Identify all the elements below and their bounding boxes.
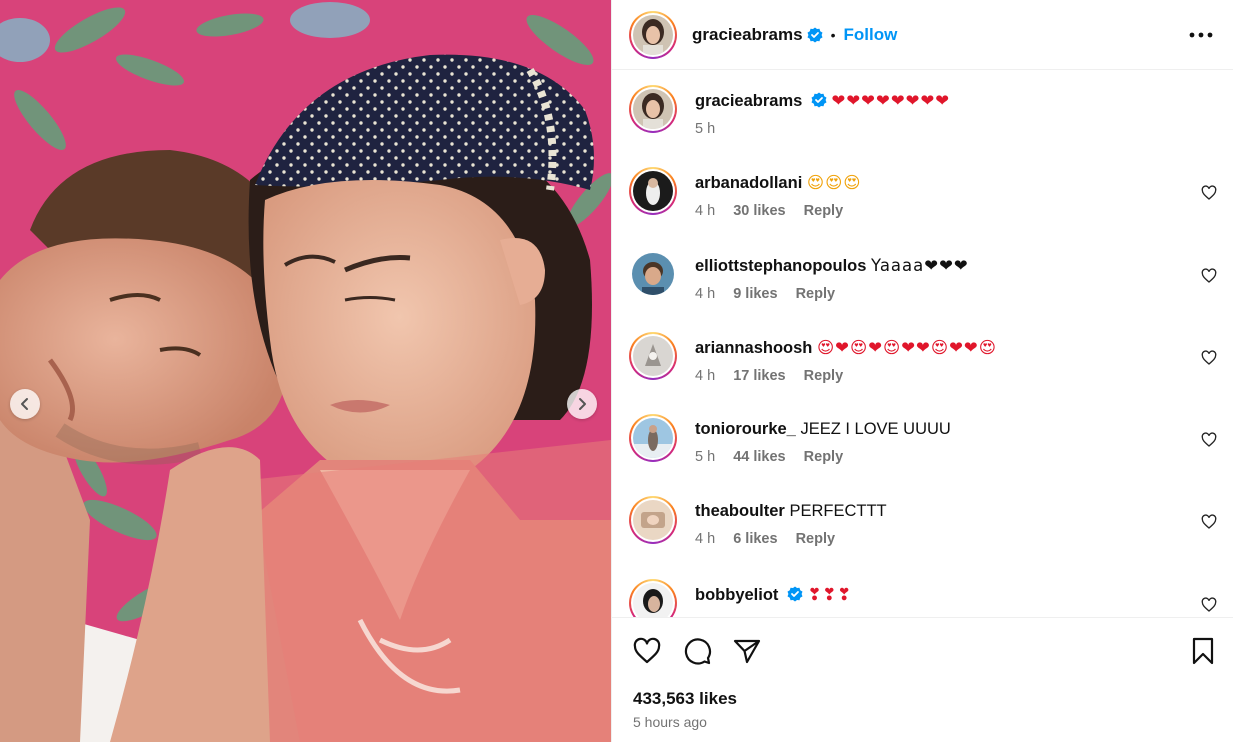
verified-badge-icon — [811, 92, 827, 108]
author-avatar[interactable] — [629, 10, 677, 59]
comment-like-icon[interactable] — [1201, 432, 1217, 448]
commenter-username[interactable]: elliottstephanopoulos — [695, 257, 866, 275]
commenter-avatar[interactable] — [629, 579, 677, 617]
commenter-username[interactable]: toniorourke_ — [695, 420, 796, 438]
share-icon[interactable] — [732, 636, 762, 666]
comment-text: 😍❤😍❤😍❤❤😍❤❤😍 — [816, 338, 997, 357]
likes-count[interactable]: 433,563 likes — [633, 689, 737, 709]
comment-like-icon[interactable] — [1201, 597, 1217, 613]
post-side-panel: gracieabrams • Follow gracieabrams ❤❤❤❤❤… — [611, 0, 1233, 742]
comment-like-icon[interactable] — [1201, 268, 1217, 284]
caption-item: gracieabrams ❤❤❤❤❤❤❤❤ 5 h — [629, 85, 1219, 155]
comment-text: PERFECTTT — [789, 502, 887, 520]
comment-likes[interactable]: 6 likes — [733, 531, 777, 547]
comment-item: toniorourke_ JEEZ I LOVE UUUU 5 h 44 lik… — [629, 414, 1219, 484]
post-header: gracieabrams • Follow — [612, 0, 1233, 70]
commenter-avatar[interactable] — [629, 496, 677, 544]
chevron-right-icon — [579, 398, 586, 410]
comment-like-icon[interactable] — [1201, 185, 1217, 201]
separator-dot: • — [830, 26, 836, 43]
commenter-username[interactable]: arbanadollani — [695, 174, 802, 192]
reply-button[interactable]: Reply — [804, 203, 844, 219]
comment-likes[interactable]: 30 likes — [733, 203, 785, 219]
comment-text: Yaaaa❤❤❤ — [871, 256, 969, 275]
comment-text: ❣❣❣ — [807, 585, 853, 604]
comment-time: 4 h — [695, 531, 716, 547]
commenter-username[interactable]: ariannashoosh — [695, 339, 812, 357]
post-actions-footer: 433,563 likes 5 hours ago — [612, 617, 1233, 742]
author-username[interactable]: gracieabrams — [692, 25, 803, 45]
comment-text: 😍😍😍 — [806, 173, 862, 192]
author-avatar[interactable] — [629, 85, 677, 133]
comment-item: ariannashoosh 😍❤😍❤😍❤❤😍❤❤😍 4 h 17 likes R… — [629, 332, 1219, 402]
verified-badge-icon — [787, 586, 803, 602]
chevron-left-icon — [21, 398, 28, 410]
comment-icon[interactable] — [682, 636, 712, 666]
verified-badge-icon — [807, 27, 823, 42]
comment-item: bobbyeliot ❣❣❣ — [629, 579, 1219, 617]
caption-time: 5 h — [695, 121, 716, 137]
comment-text: JEEZ I LOVE UUUU — [800, 420, 951, 438]
bookmark-icon[interactable] — [1188, 636, 1218, 666]
commenter-avatar[interactable] — [629, 332, 677, 380]
comment-like-icon[interactable] — [1201, 514, 1217, 530]
comment-likes[interactable]: 44 likes — [733, 449, 785, 465]
next-photo-button[interactable] — [567, 389, 597, 419]
comment-item: arbanadollani 😍😍😍 4 h 30 likes Reply — [629, 167, 1219, 237]
previous-photo-button[interactable] — [10, 389, 40, 419]
reply-button[interactable]: Reply — [796, 531, 836, 547]
comment-likes[interactable]: 9 likes — [733, 286, 777, 302]
caption-username[interactable]: gracieabrams — [695, 92, 802, 110]
comment-item: theaboulter PERFECTTT 4 h 6 likes Reply — [629, 496, 1219, 566]
commenter-username[interactable]: bobbyeliot — [695, 586, 778, 604]
comments-list[interactable]: gracieabrams ❤❤❤❤❤❤❤❤ 5 h arbanadollani … — [612, 71, 1233, 617]
comment-time: 5 h — [695, 449, 716, 465]
comment-time: 4 h — [695, 368, 716, 384]
commenter-avatar[interactable] — [629, 414, 677, 462]
selfie-image — [0, 0, 611, 742]
follow-button[interactable]: Follow — [843, 25, 897, 45]
commenter-username[interactable]: theaboulter — [695, 502, 785, 520]
post-photo — [0, 0, 611, 742]
comment-likes[interactable]: 17 likes — [733, 368, 785, 384]
comment-like-icon[interactable] — [1201, 350, 1217, 366]
comment-time: 4 h — [695, 203, 716, 219]
reply-button[interactable]: Reply — [804, 368, 844, 384]
post-timestamp: 5 hours ago — [633, 714, 707, 730]
commenter-avatar[interactable] — [629, 167, 677, 215]
more-options-icon — [1189, 32, 1213, 38]
caption-text: ❤❤❤❤❤❤❤❤ — [831, 91, 951, 110]
action-bar — [632, 636, 762, 666]
comment-item: elliottstephanopoulos Yaaaa❤❤❤ 4 h 9 lik… — [629, 250, 1219, 320]
more-options-button[interactable] — [1188, 22, 1214, 48]
reply-button[interactable]: Reply — [796, 286, 836, 302]
comment-time: 4 h — [695, 286, 716, 302]
heart-outline-icon[interactable] — [632, 636, 662, 666]
commenter-avatar[interactable] — [632, 253, 674, 295]
reply-button[interactable]: Reply — [804, 449, 844, 465]
